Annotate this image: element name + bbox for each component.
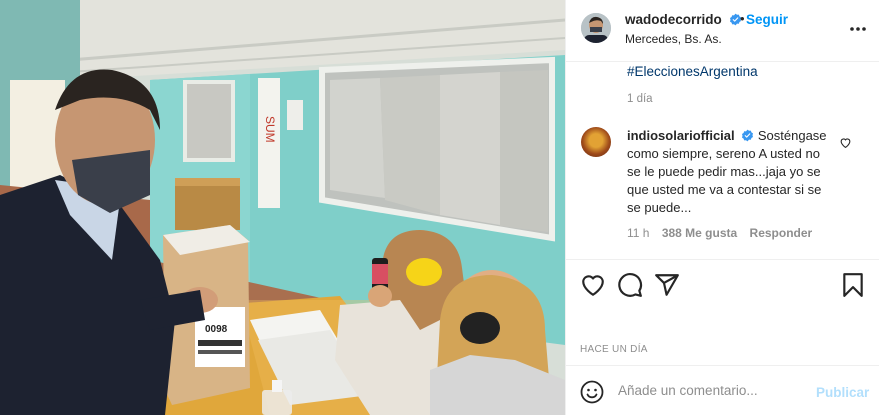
poster-text: SUM [263, 116, 277, 143]
caption-hashtag[interactable]: #EleccionesArgentina [627, 64, 758, 79]
add-comment-input[interactable] [618, 383, 808, 398]
more-options-icon[interactable] [848, 22, 868, 36]
comment-time[interactable]: 11 h [627, 226, 649, 240]
add-comment-bar: Publicar [566, 365, 879, 415]
comment-body: indiosolariofficial Sosténgase como siem… [627, 127, 837, 217]
reply-button[interactable]: Responder [750, 226, 813, 240]
post-date[interactable]: HACE UN DÍA [580, 344, 648, 355]
comments-area[interactable]: #EleccionesArgentina 1 día indiosolariof… [566, 63, 879, 259]
comment-icon[interactable] [617, 272, 643, 298]
publish-button[interactable]: Publicar [816, 385, 869, 400]
heart-icon[interactable] [580, 272, 606, 298]
separator-dot: • [740, 11, 745, 26]
emoji-icon[interactable] [580, 380, 604, 404]
author-avatar[interactable] [581, 13, 611, 43]
follow-button[interactable]: Seguir [746, 12, 788, 27]
comment-like-heart-icon[interactable] [839, 136, 852, 149]
post-photo[interactable]: SUM 0098 [0, 0, 565, 415]
author-username[interactable]: wadodecorrido [625, 12, 742, 27]
author-username-text: wadodecorrido [625, 12, 722, 27]
bookmark-icon[interactable] [840, 272, 866, 298]
commenter-avatar[interactable] [581, 127, 611, 157]
verified-badge-icon [742, 129, 754, 142]
ballot-box-number: 0098 [205, 324, 228, 335]
post-actions [566, 259, 879, 309]
comment-meta: 11 h 388 Me gusta Responder [627, 226, 821, 240]
share-icon[interactable] [654, 272, 680, 298]
comment-likes[interactable]: 388 Me gusta [662, 226, 737, 240]
post-side-panel: wadodecorrido • Seguir Mercedes, Bs. As.… [565, 0, 879, 415]
caption-time[interactable]: 1 día [627, 93, 653, 105]
instagram-post: SUM 0098 wadodecorrido • Seguir Mercedes… [0, 0, 879, 415]
post-location[interactable]: Mercedes, Bs. As. [625, 32, 722, 46]
voting-scene-image: SUM 0098 [0, 0, 565, 415]
post-header: wadodecorrido • Seguir Mercedes, Bs. As. [566, 0, 879, 62]
commenter-username[interactable]: indiosolariofficial [627, 128, 735, 143]
